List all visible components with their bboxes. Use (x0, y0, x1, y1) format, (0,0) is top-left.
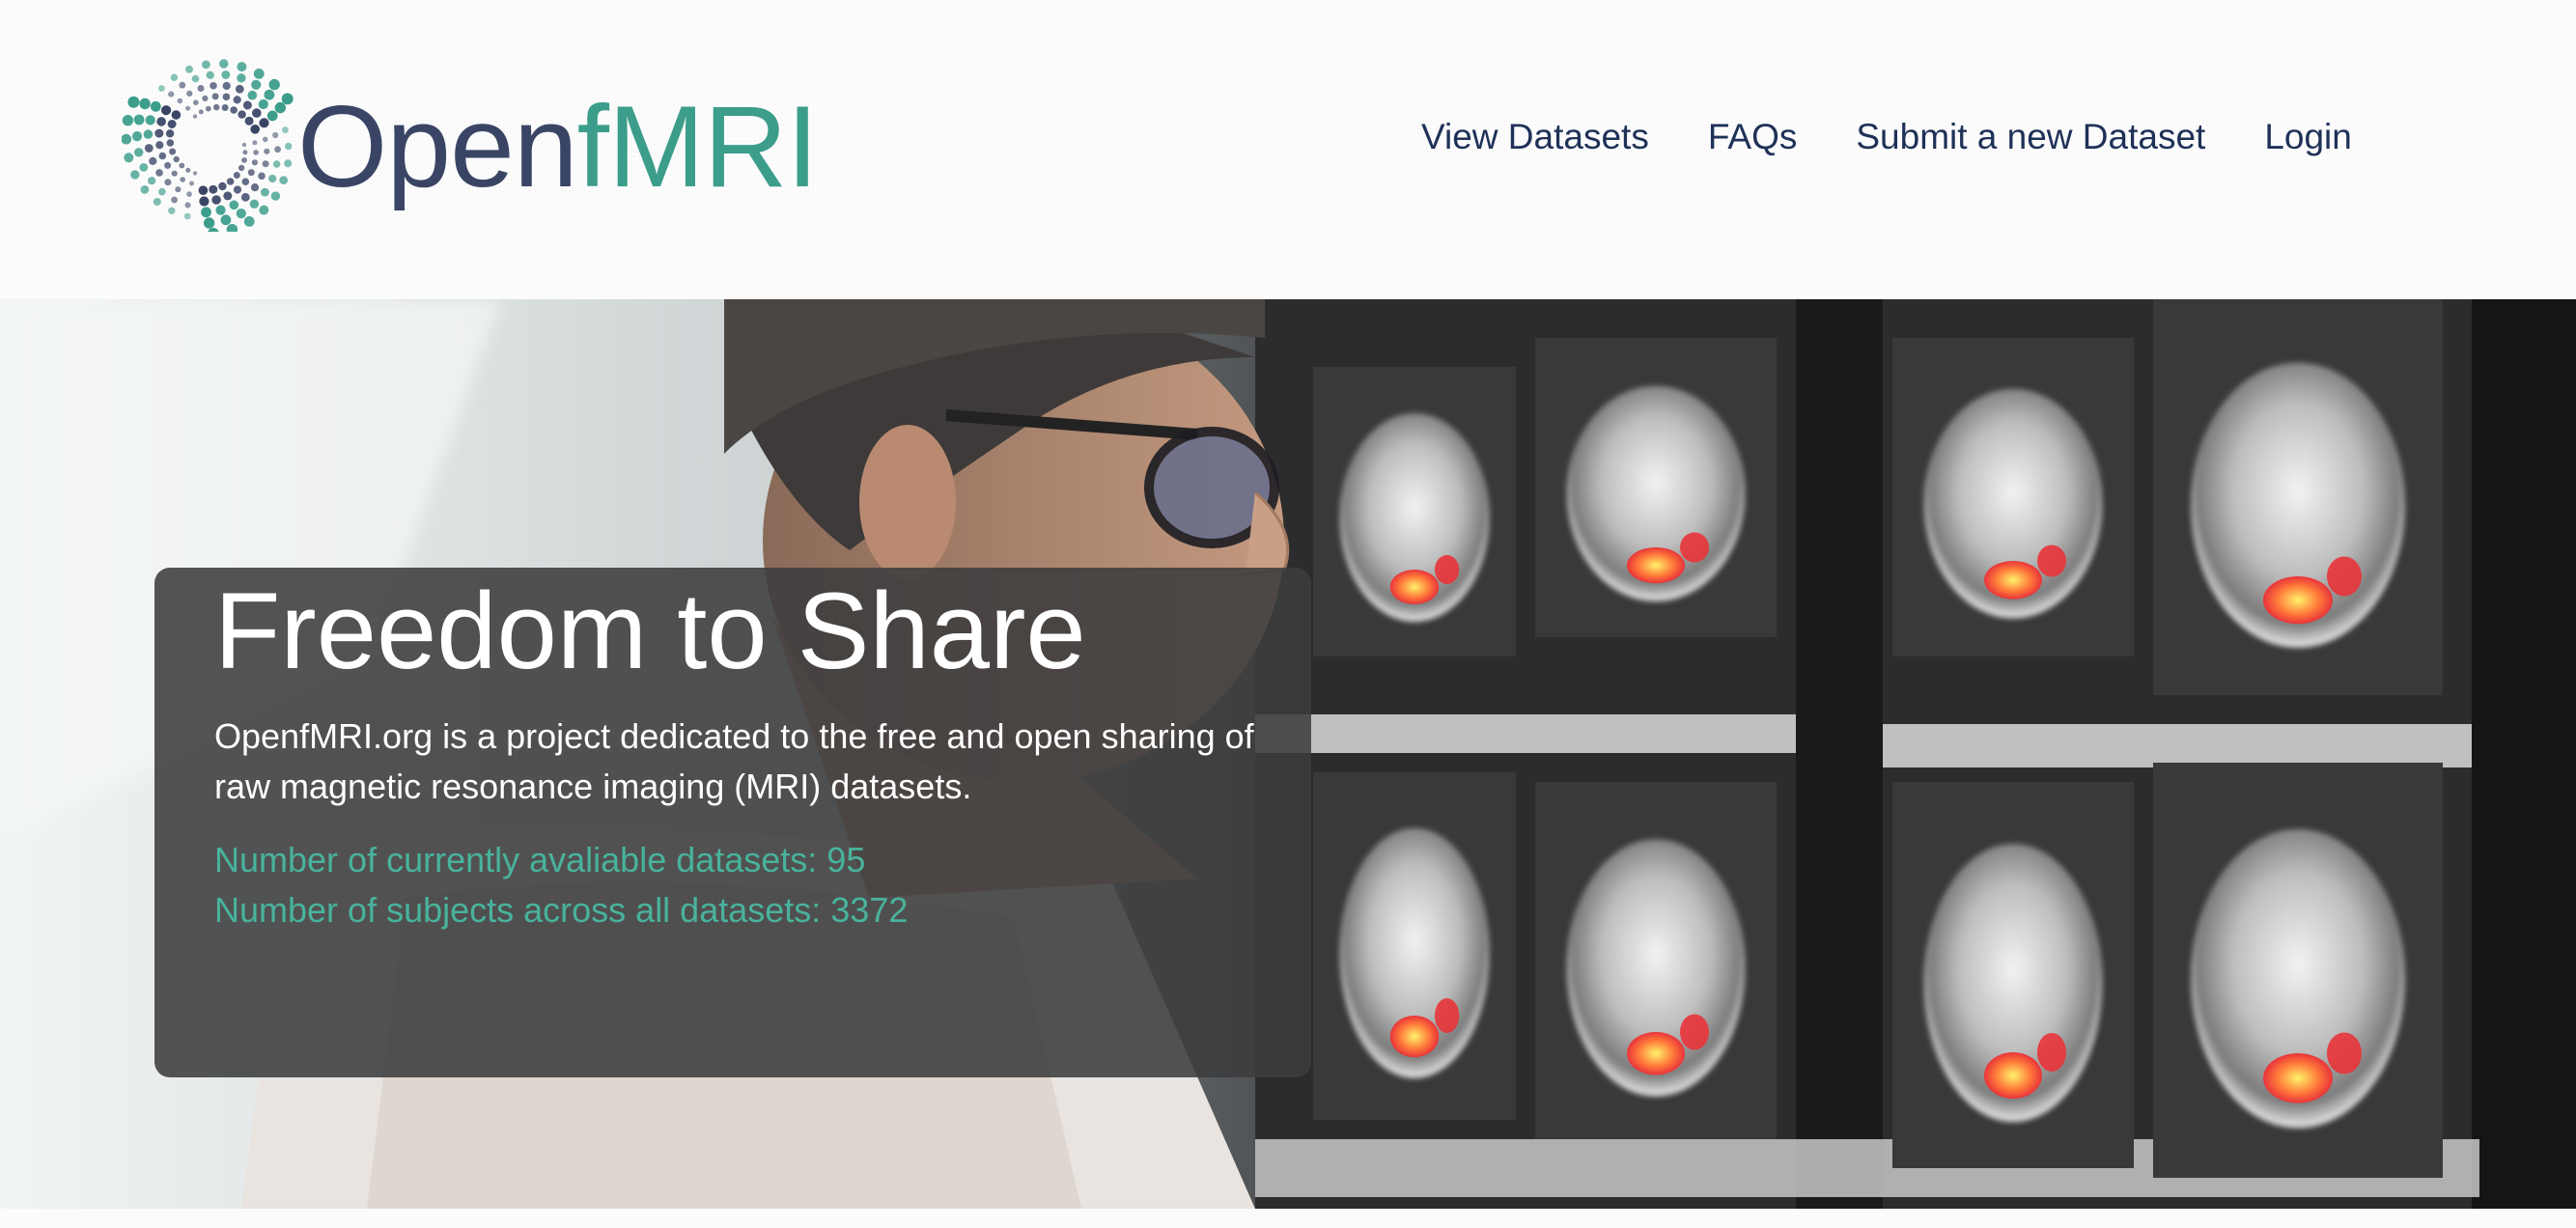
dataset-stats: Number of currently avaliable datasets: … (214, 835, 1311, 935)
nav-submit-dataset[interactable]: Submit a new Dataset (1856, 116, 2205, 158)
hero-title: Freedom to Share (214, 571, 1086, 691)
logo-text-fmri: fMRI (576, 82, 819, 211)
nav-login[interactable]: Login (2264, 116, 2352, 158)
hero-banner: Freedom to Share OpenfMRI.org is a proje… (0, 299, 2576, 1209)
nav-view-datasets[interactable]: View Datasets (1421, 116, 1649, 158)
nav-faqs[interactable]: FAQs (1708, 116, 1798, 158)
site-header: OpenfMRI View Datasets FAQs Submit a new… (0, 0, 2576, 299)
logo-text-open: Open (297, 82, 578, 211)
hero-info-panel: Freedom to Share OpenfMRI.org is a proje… (154, 568, 1311, 1077)
hero-description: OpenfMRI.org is a project dedicated to t… (214, 716, 1254, 807)
datasets-count-text: Number of currently avaliable datasets: … (214, 840, 866, 880)
openfmri-logo[interactable]: OpenfMRI (122, 58, 819, 232)
subjects-count-text: Number of subjects across all datasets: … (214, 890, 909, 931)
logo-swirl-icon (122, 59, 294, 232)
page-bottom-strip (0, 1209, 2576, 1228)
main-nav: View Datasets FAQs Submit a new Dataset … (1421, 116, 2352, 158)
logo-wordmark: OpenfMRI (297, 89, 819, 205)
